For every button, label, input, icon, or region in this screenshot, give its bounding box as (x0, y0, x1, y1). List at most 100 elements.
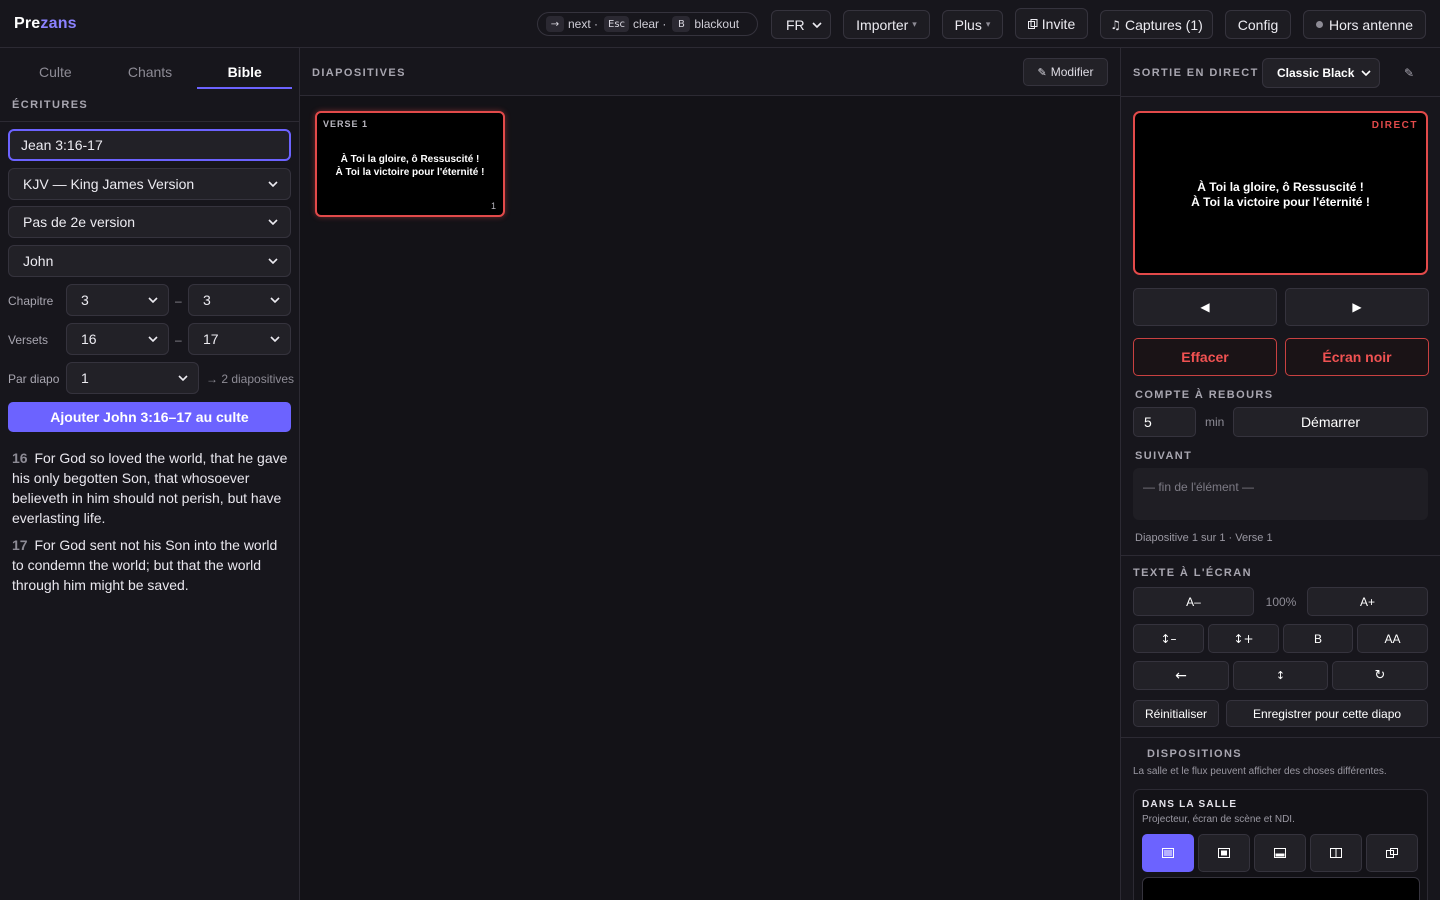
slide-text: À Toi la gloire, ô Ressuscité ! À Toi la… (335, 154, 485, 178)
tab-bible[interactable]: Bible (197, 48, 293, 89)
divider (1121, 737, 1440, 738)
chapter-label: Chapitre (8, 294, 54, 308)
per-slide-select[interactable]: 1 (66, 362, 199, 394)
invite-button[interactable]: Invite (1015, 8, 1088, 39)
clear-button[interactable]: Effacer (1133, 338, 1277, 376)
verse-item[interactable]: 16 For God so loved the world, that he g… (12, 448, 290, 528)
layout-centered-button[interactable] (1198, 834, 1250, 872)
screen-text-title: TEXTE À L'ÉCRAN (1133, 567, 1252, 579)
room-preview (1142, 877, 1420, 900)
live-output-panel: SORTIE EN DIRECT Classic Black ✎ DIRECT … (1121, 48, 1440, 900)
next-title: SUIVANT (1135, 450, 1193, 462)
chapter-from-select[interactable]: 3 (66, 284, 169, 316)
chevron-down-icon (270, 297, 280, 303)
live-preview: DIRECT À Toi la gloire, ô Ressuscité ! À… (1133, 111, 1428, 275)
edit-slides-button[interactable]: ✎ Modifier (1023, 58, 1108, 86)
line-height-increase-button[interactable]: ↕+ (1208, 624, 1279, 653)
status-dot-icon (1315, 21, 1323, 28)
room-layout-card: DANS LA SALLE Projecteur, écran de scène… (1133, 789, 1428, 900)
align-left-button[interactable]: ← (1133, 661, 1229, 690)
slide-tag: VERSE 1 (323, 119, 369, 129)
verse-item[interactable]: 17 For God sent not his Son into the wor… (12, 535, 290, 595)
live-output-title: SORTIE EN DIRECT (1133, 67, 1259, 79)
vertical-align-button[interactable]: ↕ (1233, 661, 1328, 690)
uppercase-button[interactable]: AA (1357, 624, 1428, 653)
language-select[interactable]: FR (771, 10, 831, 39)
black-screen-button[interactable]: Écran noir (1285, 338, 1429, 376)
centered-layout-icon (1218, 848, 1230, 858)
divider (0, 121, 299, 122)
next-slide-button[interactable]: ▶ (1285, 288, 1429, 326)
line-height-decrease-button[interactable]: ↕– (1133, 624, 1204, 653)
chevron-down-icon (268, 258, 278, 264)
reference-input[interactable]: Jean 3:16-17 (8, 129, 291, 161)
layouts-subtitle: La salle et le flux peuvent afficher des… (1133, 766, 1387, 777)
top-bar: Prezans → next · Esc clear · B blackout … (0, 0, 1440, 48)
layout-split-button[interactable] (1310, 834, 1362, 872)
triangle-right-icon: ▶ (1352, 300, 1362, 314)
verse-to-select[interactable]: 17 (188, 323, 291, 355)
reset-button[interactable]: Réinitialiser (1133, 700, 1219, 727)
live-text: À Toi la gloire, ô Ressuscité ! À Toi la… (1191, 180, 1370, 209)
slide-thumbnail[interactable]: VERSE 1 À Toi la gloire, ô Ressuscité ! … (315, 111, 505, 217)
config-button[interactable]: Config (1225, 10, 1291, 39)
book-select[interactable]: John (8, 245, 291, 277)
triangle-left-icon: ◀ (1200, 300, 1210, 314)
captures-button[interactable]: ♫ Captures (1) (1100, 10, 1213, 39)
arrow-left-icon: ← (1175, 667, 1187, 684)
font-smaller-button[interactable]: A– (1133, 587, 1254, 616)
layout-lower-third-button[interactable] (1254, 834, 1306, 872)
chevron-down-icon (148, 297, 158, 303)
room-title: DANS LA SALLE (1142, 799, 1238, 810)
tab-culte[interactable]: Culte (8, 48, 103, 89)
lower-third-icon (1274, 848, 1286, 858)
countdown-title: COMPTE À REBOURS (1135, 389, 1274, 401)
font-bigger-button[interactable]: A+ (1307, 587, 1428, 616)
zoom-level: 100% (1265, 595, 1297, 609)
second-version-select[interactable]: Pas de 2e version (8, 206, 291, 238)
layout-full-text-button[interactable] (1142, 834, 1194, 872)
import-button[interactable]: Importer ▾ (843, 10, 930, 39)
keyboard-shortcuts-hint: → next · Esc clear · B blackout (537, 12, 758, 36)
pencil-icon[interactable]: ✎ (1404, 66, 1414, 80)
bold-button[interactable]: B (1283, 624, 1353, 653)
add-to-service-button[interactable]: Ajouter John 3:16–17 au culte (8, 402, 291, 432)
tab-chants[interactable]: Chants (103, 48, 198, 89)
theme-select[interactable]: Classic Black (1262, 58, 1380, 88)
full-layout-icon (1162, 848, 1174, 858)
esc-key: Esc (604, 16, 630, 32)
minutes-unit: min (1205, 415, 1225, 429)
reset-style-button[interactable]: ↻ (1332, 661, 1428, 690)
slides-count-hint: → 2 diapositives (206, 372, 295, 386)
broadcast-status-button[interactable]: Hors antenne (1303, 10, 1426, 39)
music-note-icon: ♫ (1110, 17, 1121, 32)
caret-icon: ▾ (912, 19, 917, 29)
chevron-down-icon (268, 219, 278, 225)
countdown-minutes-input[interactable]: 5 (1133, 407, 1196, 437)
more-button[interactable]: Plus ▾ (942, 10, 1003, 39)
slides-title: DIAPOSITIVES (312, 67, 406, 79)
slides-panel: DIAPOSITIVES ✎ Modifier VERSE 1 À Toi la… (300, 48, 1121, 900)
chapter-to-select[interactable]: 3 (188, 284, 291, 316)
layouts-title: DISPOSITIONS (1147, 748, 1243, 760)
start-countdown-button[interactable]: Démarrer (1233, 407, 1428, 437)
verse-from-select[interactable]: 16 (66, 323, 169, 355)
chevron-down-icon (270, 336, 280, 342)
left-panel: Culte Chants Bible ÉCRITURES Jean 3:16-1… (0, 48, 300, 900)
overlay-layout-icon (1386, 848, 1398, 858)
save-for-slide-button[interactable]: Enregistrer pour cette diapo (1226, 700, 1428, 727)
caret-icon: ▾ (985, 19, 991, 29)
b-key: B (672, 16, 691, 32)
layout-overlay-button[interactable] (1366, 834, 1418, 872)
chevron-down-icon (178, 375, 188, 381)
copy-icon (1027, 18, 1038, 29)
slide-number: 1 (490, 201, 496, 211)
verse-preview: 16 For God so loved the world, that he g… (12, 448, 290, 602)
room-subtitle: Projecteur, écran de scène et NDI. (1142, 814, 1295, 825)
version-select[interactable]: KJV — King James Version (8, 168, 291, 200)
chevron-down-icon (812, 21, 822, 28)
slide-status: Diapositive 1 sur 1 · Verse 1 (1135, 532, 1273, 544)
previous-slide-button[interactable]: ◀ (1133, 288, 1277, 326)
slides-header: DIAPOSITIVES ✎ Modifier (300, 48, 1120, 96)
chevron-down-icon (268, 181, 278, 187)
